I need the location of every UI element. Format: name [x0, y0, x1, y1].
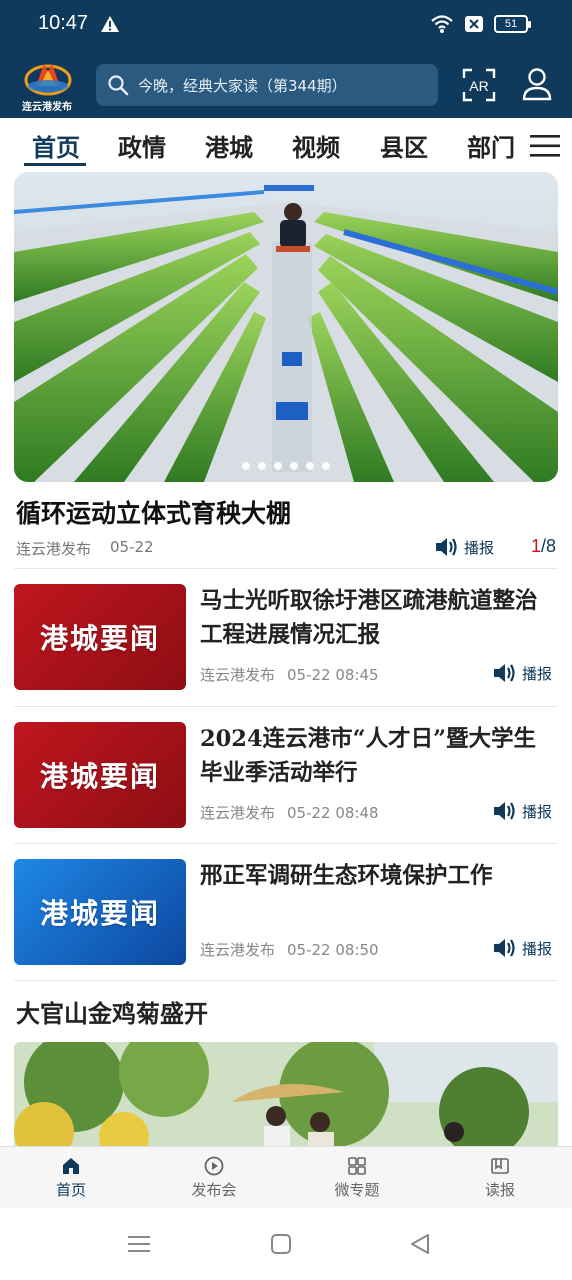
tab-politics[interactable]: 政情: [118, 128, 166, 163]
news-play-button[interactable]: 播报: [492, 662, 552, 684]
news-meta: 连云港发布 05-22 08:45: [200, 664, 379, 685]
news-meta: 连云港发布 05-22 08:48: [200, 802, 379, 823]
home-icon: [63, 1158, 79, 1174]
hero-carousel[interactable]: [14, 172, 558, 482]
news-play-button[interactable]: 播报: [492, 800, 552, 822]
no-sim-icon: [465, 16, 483, 32]
page-current: 1: [530, 536, 541, 556]
nav-label: 发布会: [191, 1181, 237, 1199]
play-circle-icon: [204, 1156, 224, 1176]
logo-emblem-icon: [24, 64, 72, 96]
carousel-page-indicator: 1/8: [531, 536, 556, 557]
carousel-dot[interactable]: [322, 462, 330, 470]
status-bar: 10:47 51: [0, 0, 572, 50]
news-date: 05-22 08:48: [287, 804, 379, 822]
news-item[interactable]: 港城要闻 马士光听取徐圩港区疏港航道整治工程进展情况汇报 连云港发布 05-22 …: [14, 584, 558, 696]
speaker-icon: [494, 664, 515, 682]
hero-source: 连云港发布: [16, 540, 92, 558]
carousel-dot[interactable]: [274, 462, 282, 470]
page-total: /8: [540, 536, 556, 556]
active-tab-indicator: [24, 163, 86, 166]
play-label: 播报: [522, 802, 553, 821]
speaker-icon: [494, 939, 515, 957]
news-meta: 连云港发布 05-22 08:50: [200, 939, 379, 960]
newspaper-icon: [491, 1158, 509, 1174]
divider: [14, 568, 558, 569]
hero-play-button[interactable]: 播报: [434, 536, 494, 558]
divider: [14, 706, 558, 707]
article-image[interactable]: [14, 1042, 558, 1146]
grid-icon: [348, 1157, 366, 1175]
status-icons: 51: [430, 14, 531, 34]
search-icon: [108, 75, 129, 96]
nav-label: 读报: [484, 1181, 515, 1199]
nav-label: 微专题: [334, 1181, 380, 1199]
user-icon[interactable]: [520, 66, 554, 102]
divider: [14, 980, 558, 981]
hero-meta: 连云港发布 05-22 播报 1/8: [16, 536, 556, 560]
carousel-dot[interactable]: [258, 462, 266, 470]
news-date: 05-22 08:50: [287, 941, 379, 959]
news-source: 连云港发布: [200, 804, 276, 822]
nav-label: 首页: [55, 1181, 86, 1199]
tab-departments[interactable]: 部门: [467, 128, 515, 163]
speaker-icon: [436, 538, 457, 556]
thumbnail-text: 港城要闻: [39, 760, 160, 793]
news-thumbnail: 港城要闻: [14, 584, 186, 690]
ar-scan-icon[interactable]: AR: [462, 68, 496, 102]
ar-label: AR: [469, 78, 488, 94]
news-source: 连云港发布: [200, 666, 276, 684]
tab-counties[interactable]: 县区: [380, 128, 428, 163]
carousel-dot[interactable]: [306, 462, 314, 470]
divider: [14, 843, 558, 844]
thumbnail-text: 港城要闻: [39, 622, 160, 655]
flowers-photo: [14, 1042, 558, 1146]
section-title[interactable]: 大官山金鸡菊盛开: [16, 994, 208, 1029]
speaker-icon: [494, 802, 515, 820]
carousel-dot[interactable]: [290, 462, 298, 470]
home-button-icon[interactable]: [268, 1232, 294, 1256]
news-play-button[interactable]: 播报: [492, 937, 552, 959]
system-nav-bar: [0, 1208, 572, 1280]
app-logo[interactable]: 连云港发布: [18, 56, 78, 114]
tab-port-city[interactable]: 港城: [205, 128, 253, 163]
search-placeholder: 今晚，经典大家读（第344期）: [138, 76, 347, 95]
bottom-nav: 首页 发布会 微专题 读报: [0, 1146, 572, 1208]
nav-press-conference[interactable]: 发布会: [164, 1155, 264, 1200]
news-thumbnail: 港城要闻: [14, 859, 186, 965]
nav-micro-topics[interactable]: 微专题: [307, 1155, 407, 1200]
tab-video[interactable]: 视频: [292, 128, 340, 163]
play-label: 播报: [464, 538, 495, 557]
search-input[interactable]: 今晚，经典大家读（第344期）: [96, 64, 438, 106]
tab-home[interactable]: 首页: [32, 128, 80, 163]
app-header: 连云港发布 今晚，经典大家读（第344期） AR: [0, 50, 572, 118]
carousel-dots: [14, 462, 558, 470]
news-title: 邢正军调研生态环境保护工作: [200, 863, 493, 889]
news-item[interactable]: 港城要闻 2024连云港市“人才日”暨大学生毕业季活动举行 连云港发布 05-22…: [14, 722, 558, 834]
hero-date: 05-22: [110, 538, 154, 556]
menu-icon[interactable]: [530, 133, 560, 159]
battery-icon: 51: [494, 15, 531, 33]
thumbnail-text: 港城要闻: [39, 897, 160, 930]
wifi-icon: [431, 15, 453, 33]
news-source: 连云港发布: [200, 941, 276, 959]
hero-title[interactable]: 循环运动立体式育秧大棚: [16, 494, 291, 530]
logo-text: 连云港发布: [22, 102, 72, 113]
play-label: 播报: [522, 939, 553, 958]
play-label: 播报: [522, 664, 553, 683]
back-icon[interactable]: [408, 1232, 434, 1256]
news-item[interactable]: 港城要闻 邢正军调研生态环境保护工作 连云港发布 05-22 08:50 播报: [14, 859, 558, 971]
nav-home[interactable]: 首页: [21, 1155, 121, 1200]
news-date: 05-22 08:45: [287, 666, 379, 684]
hero-image: [14, 172, 558, 482]
nav-read-newspaper[interactable]: 读报: [450, 1155, 550, 1200]
news-title: 2024连云港市“人才日”暨大学生毕业季活动举行: [200, 726, 537, 786]
news-thumbnail: 港城要闻: [14, 722, 186, 828]
status-time: 10:47: [38, 12, 89, 34]
recent-apps-icon[interactable]: [126, 1232, 152, 1256]
news-title: 马士光听取徐圩港区疏港航道整治工程进展情况汇报: [200, 588, 538, 648]
alert-icon: [101, 16, 119, 32]
carousel-dot[interactable]: [242, 462, 250, 470]
